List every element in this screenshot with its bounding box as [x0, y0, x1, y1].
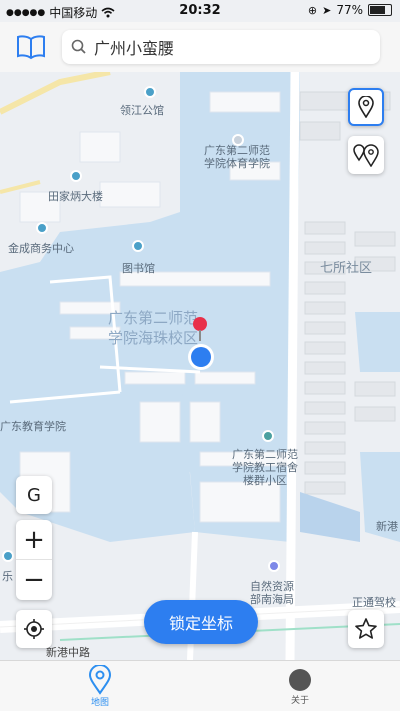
- lock-coordinates-button[interactable]: 锁定坐标: [144, 600, 258, 644]
- about-icon: [289, 669, 311, 691]
- label-xingang-road: 新港中路: [46, 646, 90, 659]
- map-view[interactable]: 领江公馆 广东第二师范 学院体育学院 田家炳大楼 金成商务中心 图书馆 七所社区…: [0, 72, 400, 660]
- top-bar: [0, 22, 400, 72]
- tab-map-label: 地图: [90, 698, 109, 708]
- poi-office-icon: [36, 222, 48, 234]
- pin-mode-button[interactable]: [348, 88, 384, 126]
- label-campus: 广东第二师范 学院海珠校区: [108, 309, 199, 347]
- label-xingang-right: 新港: [376, 520, 398, 533]
- map-pin-icon: [88, 665, 112, 695]
- poi-building-icon: [2, 550, 14, 562]
- poi-building-icon: [144, 86, 156, 98]
- label-qisuo: 七所社区: [320, 261, 373, 276]
- library-icon: [132, 240, 144, 252]
- multi-pin-button[interactable]: [348, 136, 384, 174]
- label-tianjia: 田家炳大楼: [48, 190, 103, 203]
- status-bar: ●●●●● 中国移动 20:32 ⊕ ➤ 77%: [0, 0, 400, 22]
- label-library: 图书馆: [122, 262, 155, 275]
- poi-residential-icon: [262, 430, 274, 442]
- zoom-in-button[interactable]: +: [16, 520, 52, 560]
- google-map-button[interactable]: G: [16, 476, 52, 514]
- label-lingjiang: 领江公馆: [120, 104, 164, 117]
- label-zhengtong: 正通驾校: [352, 596, 396, 609]
- battery-percent: 77%: [336, 3, 363, 17]
- locate-me-button[interactable]: [16, 610, 52, 648]
- tab-bar: 地图 关于: [0, 660, 400, 711]
- search-icon: [71, 39, 86, 54]
- zoom-out-button[interactable]: −: [16, 560, 52, 600]
- star-icon: [355, 618, 377, 639]
- google-label: G: [27, 484, 41, 506]
- tab-about[interactable]: 关于: [270, 665, 330, 706]
- label-edu-school: 广东教育学院: [0, 420, 66, 433]
- label-staff-quarters: 广东第二师范 学院教工宿舍 楼群小区: [232, 448, 298, 487]
- search-input[interactable]: [92, 36, 356, 58]
- tab-about-label: 关于: [290, 696, 309, 706]
- label-left-edge: 乐: [2, 570, 13, 583]
- poi-government-icon: [268, 560, 280, 572]
- poi-building-icon: [70, 170, 82, 182]
- tab-map[interactable]: 地图: [70, 665, 130, 708]
- label-pe-school: 广东第二师范 学院体育学院: [204, 144, 270, 170]
- label-natural-resources: 自然资源 部南海局: [250, 580, 294, 606]
- red-pin-icon[interactable]: [190, 316, 210, 342]
- battery-icon: [368, 4, 392, 16]
- zoom-control: + −: [16, 520, 52, 600]
- current-location-dot: [188, 344, 214, 370]
- favorite-button[interactable]: [348, 610, 384, 648]
- location-arrow-icon: ➤: [322, 3, 332, 17]
- multi-pin-icon: [353, 144, 379, 167]
- crosshair-icon: [24, 619, 44, 639]
- label-jincheng: 金成商务中心: [8, 242, 74, 255]
- book-icon[interactable]: [16, 34, 46, 60]
- rotation-lock-icon: ⊕: [307, 3, 318, 17]
- search-bar[interactable]: [62, 30, 380, 64]
- map-pin-icon: [358, 96, 374, 118]
